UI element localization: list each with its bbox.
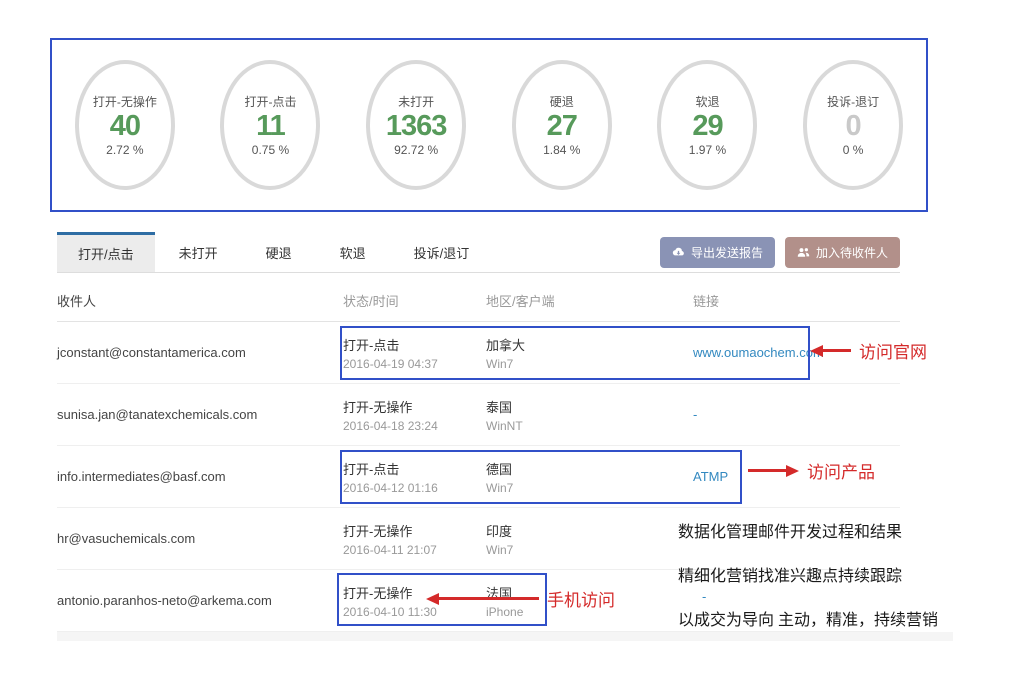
recipients-table: 收件人 状态/时间 地区/客户端 链接 jconstant@constantam… xyxy=(57,280,900,632)
stats-summary-panel: 打开-无操作 40 2.72 % 打开-点击 11 0.75 % 未打开 136… xyxy=(50,38,928,212)
export-report-button[interactable]: 导出发送报告 xyxy=(660,237,775,268)
tab-unopened[interactable]: 未打开 xyxy=(155,232,242,272)
table-header: 收件人 状态/时间 地区/客户端 链接 xyxy=(57,280,900,322)
col-header-region-client: 地区/客户端 xyxy=(486,291,693,310)
tab-complaint-unsubscribe[interactable]: 投诉/退订 xyxy=(390,232,494,272)
stat-unopened: 未打开 1363 92.72 % xyxy=(366,60,466,190)
client-text: Win7 xyxy=(486,357,693,371)
region-text: 法国 xyxy=(486,583,693,602)
stat-label: 软退 xyxy=(695,93,719,110)
stat-ellipse: 软退 29 1.97 % xyxy=(657,60,757,190)
region-client-cell: 德国 Win7 xyxy=(486,459,693,495)
stat-label: 打开-无操作 xyxy=(93,93,157,110)
add-to-recipients-button[interactable]: 加入待收件人 xyxy=(785,237,900,268)
stat-ellipse: 硬退 27 1.84 % xyxy=(512,60,612,190)
col-header-recipient: 收件人 xyxy=(57,291,343,310)
region-client-cell: 泰国 WinNT xyxy=(486,397,693,433)
recipient-email: antonio.paranhos-neto@arkema.com xyxy=(57,593,343,608)
stat-percent: 2.72 % xyxy=(106,143,143,157)
toolbar-buttons: 导出发送报告 加入待收件人 xyxy=(660,232,900,272)
table-row: hr@vasuchemicals.com 打开-无操作 2016-04-11 2… xyxy=(57,508,900,570)
col-header-link: 链接 xyxy=(693,291,900,310)
stat-percent: 92.72 % xyxy=(394,143,438,157)
stat-ellipse: 投诉-退订 0 0 % xyxy=(803,60,903,190)
recipient-email: hr@vasuchemicals.com xyxy=(57,531,343,546)
link-cell: - xyxy=(693,407,900,422)
region-client-cell: 法国 iPhone xyxy=(486,583,693,619)
status-text: 打开-无操作 xyxy=(343,583,486,602)
clicked-link[interactable]: www.oumaochem.com xyxy=(693,345,824,360)
export-report-label: 导出发送报告 xyxy=(691,244,763,261)
stat-label: 未打开 xyxy=(398,93,434,110)
table-row: jconstant@constantamerica.com 打开-点击 2016… xyxy=(57,322,900,384)
status-text: 打开-无操作 xyxy=(343,521,486,540)
stat-percent: 1.97 % xyxy=(689,143,726,157)
status-time-cell: 打开-点击 2016-04-19 04:37 xyxy=(343,335,486,371)
tab-soft-bounce[interactable]: 软退 xyxy=(316,232,390,272)
report-tabbar: 打开/点击 未打开 硬退 软退 投诉/退订 导出发送报告 加入待收件人 xyxy=(57,232,900,273)
status-timestamp: 2016-04-12 01:16 xyxy=(343,481,486,495)
add-to-recipients-label: 加入待收件人 xyxy=(816,244,888,261)
cloud-download-icon xyxy=(672,246,685,259)
region-client-cell: 加拿大 Win7 xyxy=(486,335,693,371)
stat-complaint-unsubscribe: 投诉-退订 0 0 % xyxy=(803,60,903,190)
client-text: Win7 xyxy=(486,543,693,557)
col-header-status-time: 状态/时间 xyxy=(343,291,486,310)
client-text: WinNT xyxy=(486,419,693,433)
status-timestamp: 2016-04-19 04:37 xyxy=(343,357,486,371)
recipient-email: jconstant@constantamerica.com xyxy=(57,345,343,360)
client-text: Win7 xyxy=(486,481,693,495)
stat-percent: 0.75 % xyxy=(252,143,289,157)
region-text: 印度 xyxy=(486,521,693,540)
status-timestamp: 2016-04-10 11:30 xyxy=(343,605,486,619)
status-time-cell: 打开-点击 2016-04-12 01:16 xyxy=(343,459,486,495)
stat-soft-bounce: 软退 29 1.97 % xyxy=(657,60,757,190)
status-text: 打开-无操作 xyxy=(343,397,486,416)
stat-label: 硬退 xyxy=(550,93,574,110)
stat-ellipse: 未打开 1363 92.72 % xyxy=(366,60,466,190)
status-timestamp: 2016-04-18 23:24 xyxy=(343,419,486,433)
stat-value: 29 xyxy=(692,110,722,143)
stat-value: 40 xyxy=(110,110,140,143)
stat-value: 1363 xyxy=(386,110,447,143)
tab-open-click[interactable]: 打开/点击 xyxy=(57,232,155,272)
link-cell: www.oumaochem.com xyxy=(693,345,900,360)
stat-percent: 1.84 % xyxy=(543,143,580,157)
stat-open-no-action: 打开-无操作 40 2.72 % xyxy=(75,60,175,190)
stat-hard-bounce: 硬退 27 1.84 % xyxy=(512,60,612,190)
client-text: iPhone xyxy=(486,605,693,619)
table-footer-strip xyxy=(57,632,953,641)
stat-open-click: 打开-点击 11 0.75 % xyxy=(220,60,320,190)
status-time-cell: 打开-无操作 2016-04-10 11:30 xyxy=(343,583,486,619)
stat-value: 27 xyxy=(547,110,577,143)
stat-label: 打开-点击 xyxy=(244,93,296,110)
stat-value: 11 xyxy=(256,110,285,143)
status-timestamp: 2016-04-11 21:07 xyxy=(343,543,486,557)
table-row: info.intermediates@basf.com 打开-点击 2016-0… xyxy=(57,446,900,508)
email-report-page: 打开-无操作 40 2.72 % 打开-点击 11 0.75 % 未打开 136… xyxy=(0,0,1014,696)
status-text: 打开-点击 xyxy=(343,459,486,478)
recipient-email: info.intermediates@basf.com xyxy=(57,469,343,484)
clicked-link[interactable]: ATMP xyxy=(693,469,728,484)
status-time-cell: 打开-无操作 2016-04-11 21:07 xyxy=(343,521,486,557)
status-text: 打开-点击 xyxy=(343,335,486,354)
link-cell: ATMP xyxy=(693,469,900,484)
table-row: sunisa.jan@tanatexchemicals.com 打开-无操作 2… xyxy=(57,384,900,446)
region-text: 加拿大 xyxy=(486,335,693,354)
region-text: 德国 xyxy=(486,459,693,478)
stat-ellipse: 打开-无操作 40 2.72 % xyxy=(75,60,175,190)
recipient-email: sunisa.jan@tanatexchemicals.com xyxy=(57,407,343,422)
users-icon xyxy=(797,246,810,259)
stat-percent: 0 % xyxy=(843,143,864,157)
tab-hard-bounce[interactable]: 硬退 xyxy=(242,232,316,272)
stat-value: 0 xyxy=(846,110,861,143)
status-time-cell: 打开-无操作 2016-04-18 23:24 xyxy=(343,397,486,433)
stat-label: 投诉-退订 xyxy=(827,93,879,110)
region-text: 泰国 xyxy=(486,397,693,416)
no-link-dash: - xyxy=(693,407,697,422)
stat-ellipse: 打开-点击 11 0.75 % xyxy=(220,60,320,190)
region-client-cell: 印度 Win7 xyxy=(486,521,693,557)
table-row: antonio.paranhos-neto@arkema.com 打开-无操作 … xyxy=(57,570,900,632)
